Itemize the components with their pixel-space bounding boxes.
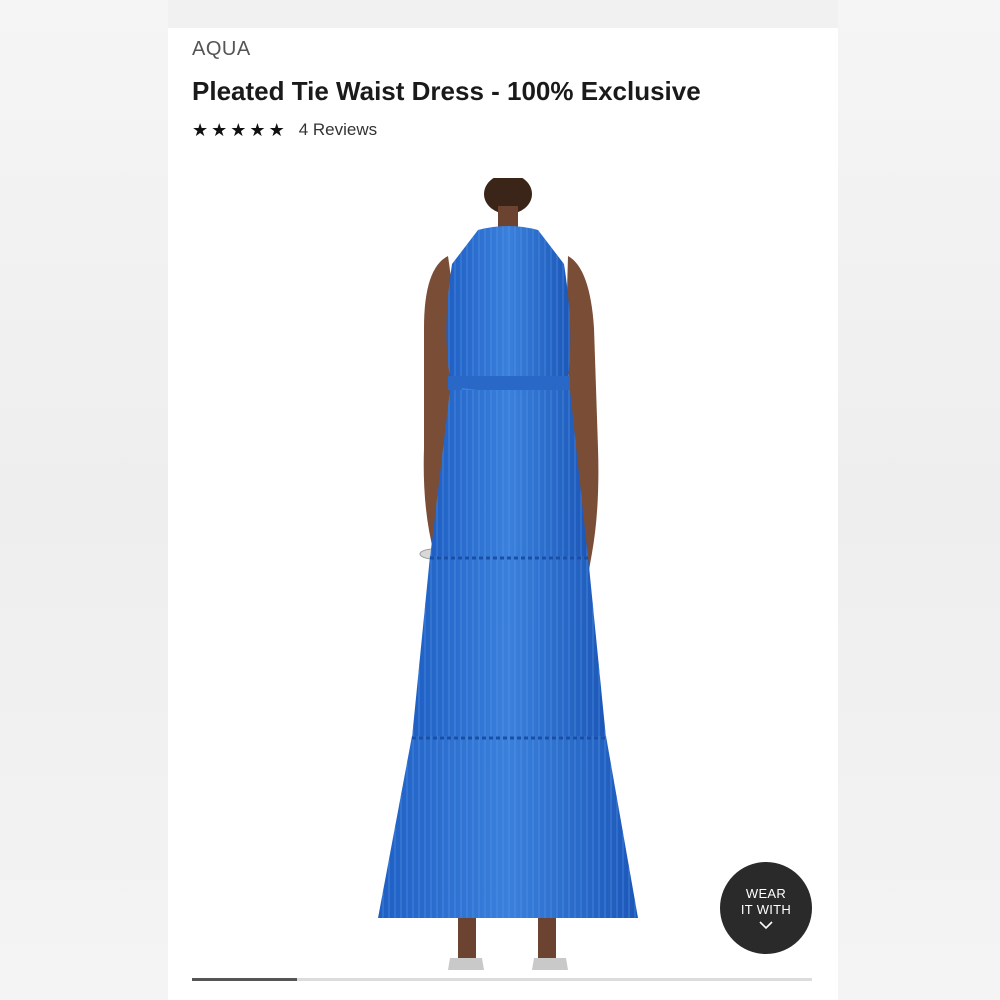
reviews-link[interactable]: 4 Reviews [299, 120, 377, 140]
star-rating: ★ ★ ★ ★ ★ [192, 121, 285, 139]
wear-it-with-button[interactable]: WEAR IT WITH [720, 862, 812, 954]
wear-it-with-label-line1: WEAR [745, 886, 787, 901]
product-image[interactable] [338, 178, 678, 978]
wear-it-with-label-line2: IT WITH [740, 902, 792, 917]
chevron-down-icon [759, 921, 773, 930]
model-left-leg [458, 918, 476, 958]
gallery-progress-indicator [192, 978, 298, 981]
left-shoe [448, 958, 484, 970]
brand-name[interactable]: AQUA [192, 38, 251, 61]
star-icon: ★ [249, 120, 266, 140]
star-icon: ★ [268, 120, 285, 140]
gallery-progress-bar[interactable] [192, 978, 812, 981]
right-shoe [532, 958, 568, 970]
page-background-left [0, 0, 168, 1000]
product-rating[interactable]: ★ ★ ★ ★ ★ 4 Reviews [192, 120, 377, 140]
star-icon: ★ [230, 120, 247, 140]
star-icon: ★ [211, 120, 228, 140]
product-card: AQUA Pleated Tie Waist Dress - 100% Excl… [168, 28, 838, 1000]
star-icon: ★ [192, 120, 209, 140]
product-title: Pleated Tie Waist Dress - 100% Exclusive [192, 76, 701, 106]
waist-tie [448, 376, 570, 390]
model-right-leg [538, 918, 556, 958]
page-background-right [838, 0, 1000, 1000]
